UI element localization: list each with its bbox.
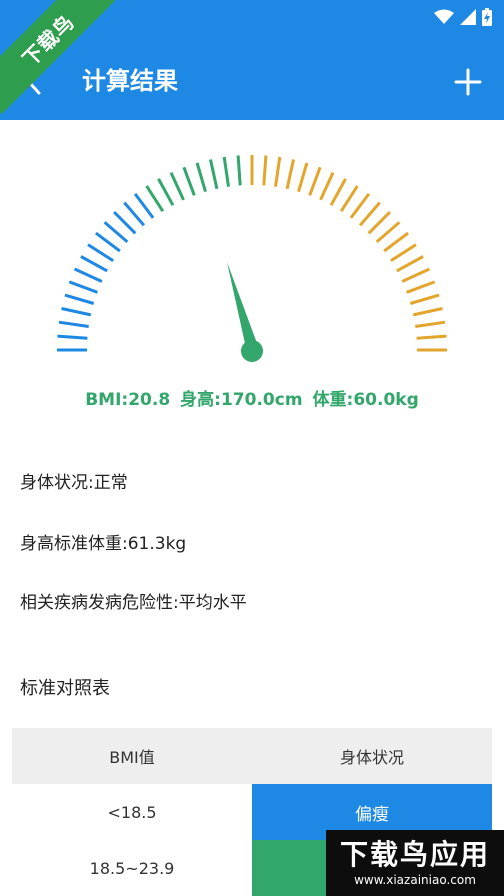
gauge-tick	[285, 159, 295, 190]
height-value: 身高:170.0cm	[180, 390, 303, 410]
reference-table-title: 标准对照表	[20, 678, 110, 699]
add-button[interactable]	[448, 62, 488, 102]
gauge-tick	[169, 171, 185, 201]
gauge-tick	[415, 320, 446, 328]
gauge-tick	[339, 185, 359, 213]
page-title: 计算结果	[82, 67, 178, 95]
gauge-tick	[113, 211, 137, 235]
gauge-tick	[349, 193, 371, 219]
gauge-tick	[80, 255, 108, 273]
gauge-tick	[133, 193, 155, 219]
gauge-tick	[406, 280, 436, 294]
gauge-hub	[241, 340, 263, 362]
gauge-tick	[401, 267, 431, 283]
bmi-gauge	[57, 155, 447, 362]
gauge-tick	[236, 155, 242, 186]
gauge-tick	[64, 293, 95, 305]
gauge-tick	[367, 211, 391, 235]
gauge-tick	[87, 243, 115, 263]
wifi-icon	[434, 9, 454, 24]
table-cell-range: <18.5	[107, 802, 157, 822]
disease-risk-text: 相关疾病发病危险性:平均水平	[20, 593, 247, 613]
bmi-summary: BMI:20.8 身高:170.0cm 体重:60.0kg	[0, 386, 504, 414]
bmi-result-screen: 计算结果 下载鸟 BMI:20.8 身高:170.0cm 体重:60.0kg 身体状…	[0, 0, 504, 896]
gauge-tick	[182, 166, 196, 196]
gauge-tick	[57, 334, 88, 340]
gauge-tick	[103, 221, 129, 244]
gauge-tick	[329, 178, 347, 206]
watermark: 下载鸟应用 www.xiazainiao.com	[326, 830, 504, 896]
battery-icon	[482, 8, 492, 26]
gauge-tick	[274, 156, 282, 187]
gauge-tick	[375, 221, 401, 244]
gauge-tick	[145, 185, 165, 213]
gauge-tick	[412, 307, 443, 317]
table-cell-range: 18.5~23.9	[89, 858, 175, 878]
gauge-tick	[358, 201, 381, 227]
gauge-tick	[308, 166, 322, 196]
table-header-bmi: BMI值	[12, 728, 252, 784]
gauge-needle	[227, 262, 258, 348]
gauge-tick	[58, 320, 89, 328]
gauge-tick	[222, 156, 230, 187]
gauge-tick	[409, 293, 440, 305]
plus-icon	[454, 68, 482, 96]
gauge-tick	[195, 162, 207, 193]
gauge-tick	[95, 231, 121, 253]
signal-icon	[460, 9, 476, 25]
standard-weight-text: 身高标准体重:61.3kg	[20, 534, 187, 554]
gauge-tick	[157, 178, 175, 206]
gauge-tick	[61, 307, 92, 317]
status-bar	[434, 6, 492, 28]
weight-value: 体重:60.0kg	[312, 390, 419, 410]
gauge-tick	[319, 171, 335, 201]
gauge-tick	[123, 201, 146, 227]
body-status-text: 身体状况:正常	[20, 473, 128, 493]
gauge-tick	[68, 280, 98, 294]
gauge-tick	[383, 231, 410, 253]
gauge-tick	[416, 334, 447, 340]
gauge-tick	[389, 243, 417, 263]
gauge-tick	[73, 267, 103, 283]
gauge-tick	[262, 155, 268, 186]
gauge-tick	[297, 162, 309, 193]
gauge-tick	[209, 159, 219, 190]
bmi-value: BMI:20.8	[85, 390, 171, 410]
table-header-status: 身体状况	[252, 728, 492, 784]
table-header-row: BMI值 身体状况	[12, 728, 492, 784]
watermark-brand: 下载鸟应用	[339, 838, 490, 871]
gauge-tick	[396, 255, 424, 273]
watermark-url: www.xiazainiao.com	[354, 873, 476, 887]
